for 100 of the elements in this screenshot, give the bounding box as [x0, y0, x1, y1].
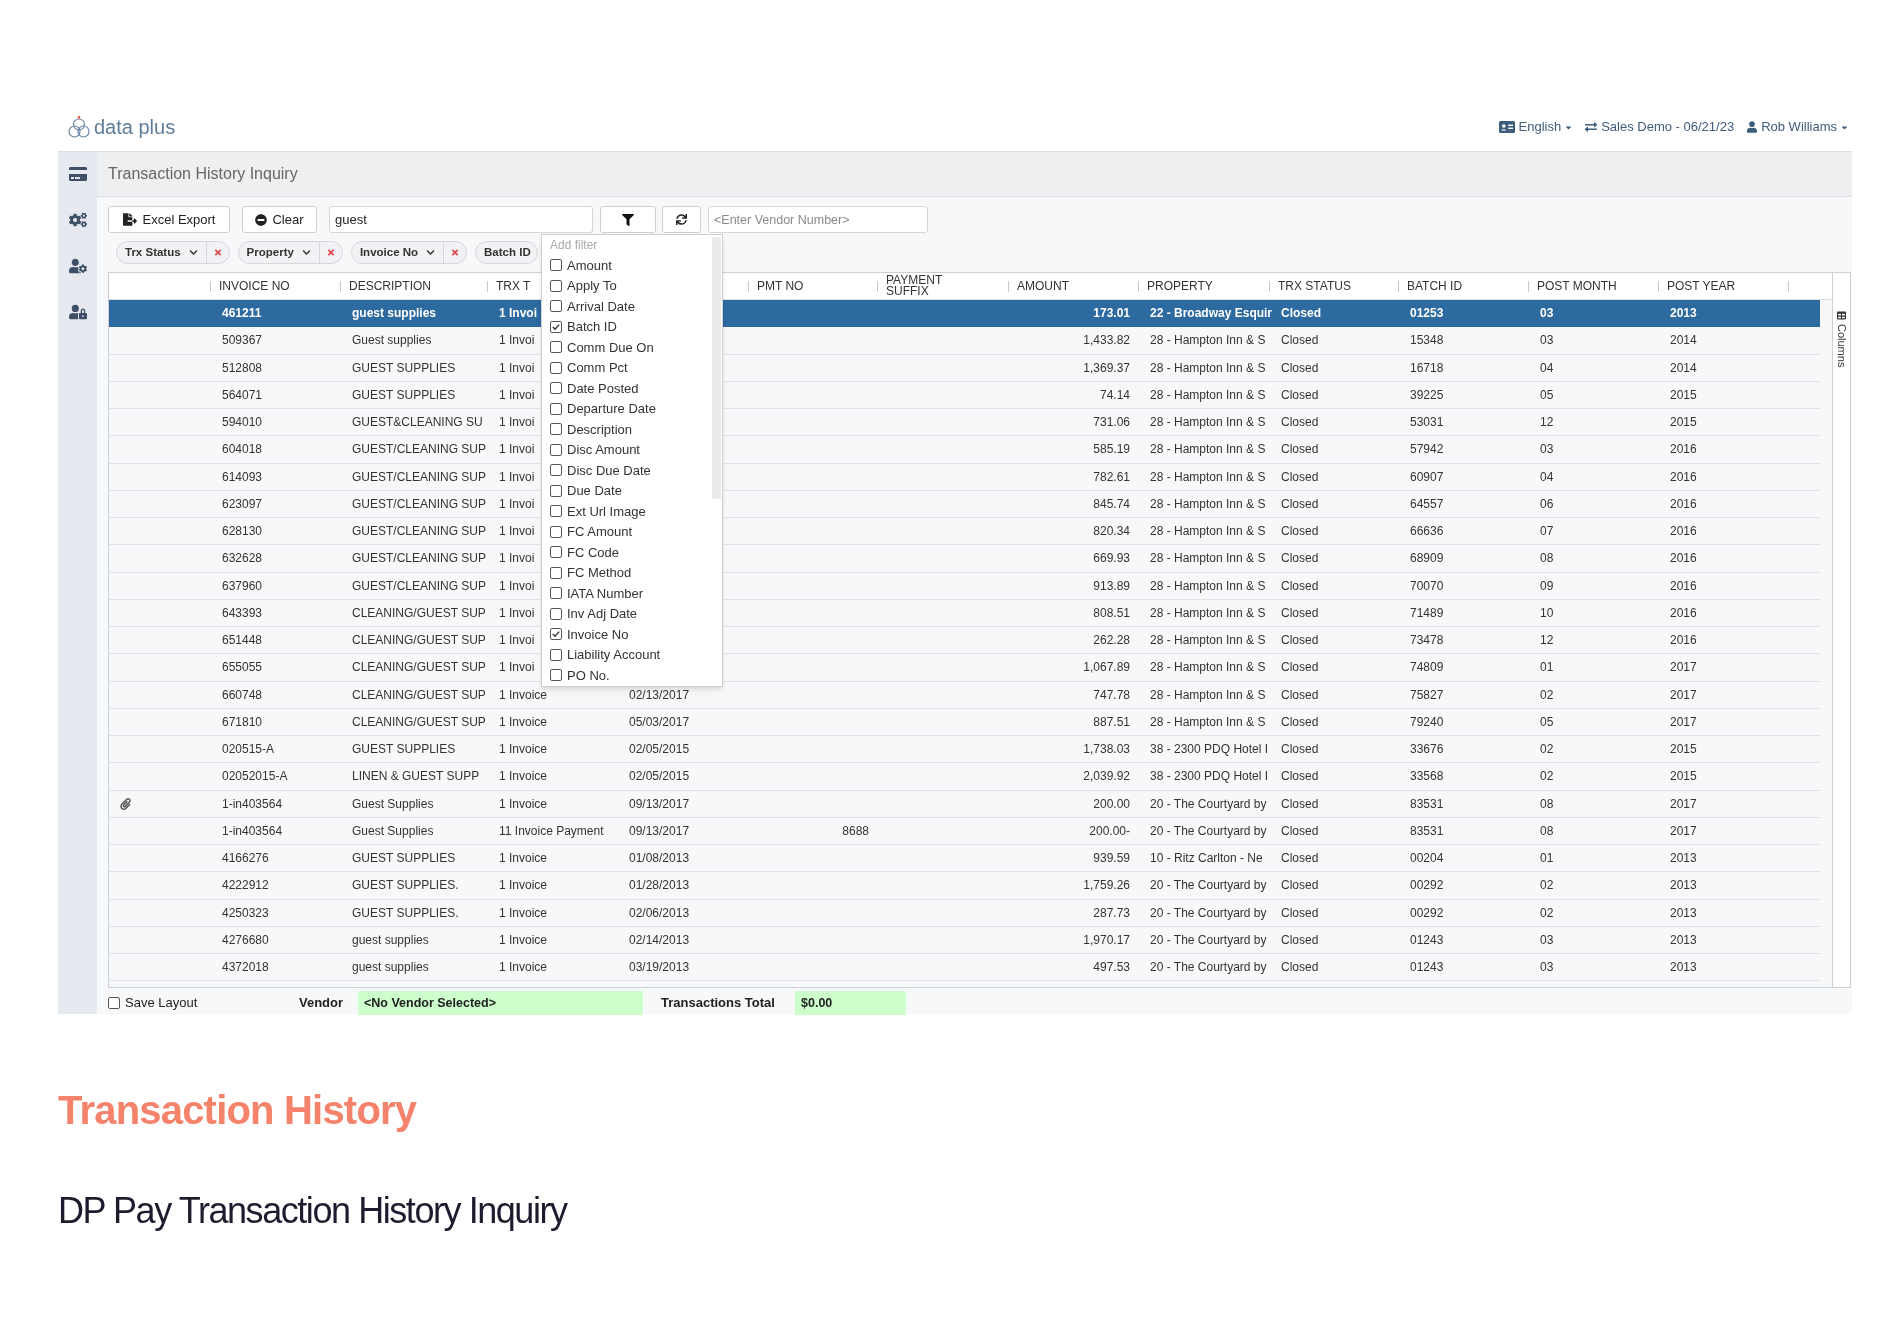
filter-option[interactable]: Comm Pct [542, 357, 628, 378]
checkbox[interactable] [550, 607, 562, 620]
language-menu[interactable]: English [1498, 117, 1573, 137]
filter-option[interactable]: Apply To [542, 275, 617, 296]
filter-chip[interactable]: Invoice No [350, 241, 468, 264]
table-cell-text: 497.53 [1093, 959, 1130, 977]
checkbox[interactable] [550, 464, 562, 477]
filter-option[interactable]: Inv Adj Date [542, 603, 638, 624]
checkbox[interactable] [550, 628, 562, 641]
vendor-number-field[interactable]: <Enter Vendor Number> [708, 206, 928, 233]
user-menu[interactable]: Rob Williams [1747, 117, 1848, 137]
user-lock-icon[interactable] [68, 304, 87, 320]
column-header[interactable]: TRX T [496, 277, 531, 295]
checkbox[interactable] [550, 341, 562, 354]
table-cell-text: 09/13/2017 [629, 795, 690, 813]
checkbox[interactable] [550, 361, 562, 374]
column-header[interactable]: AMOUNT [1017, 277, 1069, 295]
session-menu[interactable]: Sales Demo - 06/21/23 [1585, 117, 1735, 137]
add-filter-field[interactable]: Add filter [542, 235, 702, 255]
table-cell-text: 02 [1540, 686, 1554, 704]
checkbox[interactable] [550, 587, 562, 600]
table-cell-text: 643393 [222, 604, 263, 622]
gears-icon[interactable] [68, 212, 87, 228]
table-cell-text: 71489 [1410, 604, 1444, 622]
user-gear-icon[interactable] [68, 258, 87, 274]
close-icon[interactable] [326, 248, 335, 257]
checkbox[interactable] [550, 648, 562, 661]
table-cell-text: GUEST SUPPLIES [352, 359, 456, 377]
excel-export-button[interactable]: Excel Export [108, 206, 230, 233]
column-header[interactable]: DESCRIPTION [349, 277, 431, 295]
search-field[interactable]: guest [329, 206, 593, 233]
filter-chip[interactable]: Batch ID [475, 241, 538, 264]
checkbox-label[interactable]: Save Layout [125, 993, 198, 1013]
checkbox[interactable] [550, 320, 562, 333]
table-cell-text: 20 - The Courtyard by [1150, 822, 1267, 840]
checkbox[interactable] [550, 669, 562, 682]
table-cell-text: Closed [1281, 822, 1319, 840]
table-cell-text: 1 Invoi [499, 332, 535, 350]
table-cell-text: 70070 [1410, 577, 1444, 595]
checkbox[interactable] [550, 546, 562, 559]
table-cell-text: 2016 [1670, 523, 1697, 541]
table-cell-text: 2017 [1670, 795, 1697, 813]
table-cell-text: 2016 [1670, 604, 1697, 622]
column-header[interactable]: TRX STATUS [1278, 277, 1351, 295]
filter-chip[interactable]: Property [237, 241, 343, 264]
table-cell-text: 262.28 [1093, 632, 1130, 650]
table-cell-text: Closed [1281, 305, 1321, 323]
table-cell-text: GUEST SUPPLIES [352, 386, 456, 404]
checkbox[interactable] [108, 997, 120, 1009]
close-icon[interactable] [213, 248, 222, 257]
columns-tab[interactable]: Columns [1833, 311, 1850, 368]
clear-button[interactable]: Clear [242, 206, 317, 233]
table-cell-text: 913.89 [1093, 577, 1130, 595]
checkbox[interactable] [550, 402, 562, 415]
scrollbar[interactable] [712, 237, 721, 499]
checkbox[interactable] [550, 525, 562, 538]
column-header[interactable]: POST YEAR [1667, 277, 1736, 295]
filter-option[interactable]: FC Amount [542, 521, 633, 542]
column-header[interactable]: BATCH ID [1407, 277, 1463, 295]
table-cell-text: 00292 [1410, 877, 1444, 895]
table-cell-text: 1 Invoi [499, 359, 535, 377]
column-header[interactable]: PROPERTY [1147, 277, 1213, 295]
checkbox[interactable] [550, 484, 562, 497]
table-cell-text: 604018 [222, 441, 263, 459]
filter-option[interactable]: Amount [542, 255, 612, 276]
close-icon[interactable] [451, 248, 460, 257]
checkbox[interactable] [550, 505, 562, 518]
filter-option[interactable]: Invoice No [542, 624, 629, 645]
table-cell-text: 28 - Hampton Inn & S [1150, 550, 1266, 568]
table-cell-text: GUEST SUPPLIES [352, 741, 456, 759]
table-cell-text: 02 [1540, 904, 1554, 922]
table-cell-text: 939.59 [1093, 850, 1130, 868]
filter-chip[interactable]: Trx Status [116, 241, 230, 264]
refresh-button[interactable] [662, 206, 701, 233]
column-header[interactable]: PMT NO [757, 277, 804, 295]
checkbox[interactable] [550, 279, 562, 292]
table-cell-text: 2,039.92 [1083, 768, 1130, 786]
table-cell-text: Closed [1281, 659, 1319, 677]
table-cell-text: 02 [1540, 877, 1554, 895]
table-cell-text: 660748 [222, 686, 263, 704]
table-cell-text: GUEST SUPPLIES. [352, 877, 459, 895]
table-cell-text: LINEN & GUEST SUPP [352, 768, 480, 786]
column-header[interactable]: INVOICE NO [219, 277, 290, 295]
table-cell-text: 38 - 2300 PDQ Hotel I [1150, 741, 1269, 759]
filter-button[interactable] [600, 206, 656, 233]
paperclip-icon[interactable] [120, 797, 131, 810]
filter-option[interactable]: Disc Amount [542, 439, 640, 460]
checkbox[interactable] [550, 443, 562, 456]
credit-card-icon[interactable] [68, 166, 87, 182]
checkbox[interactable] [550, 382, 562, 395]
checkbox[interactable] [550, 259, 562, 272]
checkbox[interactable] [550, 300, 562, 313]
table-cell-text: 20 - The Courtyard by [1150, 795, 1267, 813]
checkbox[interactable] [550, 423, 562, 436]
table-cell-text: 2017 [1670, 822, 1697, 840]
checkbox[interactable] [550, 566, 562, 579]
table-cell-text: Closed [1281, 523, 1319, 541]
table-cell-text: 28 - Hampton Inn & S [1150, 332, 1266, 350]
column-header[interactable]: PAYMENT SUFFIX [886, 275, 950, 297]
column-header[interactable]: POST MONTH [1537, 277, 1617, 295]
